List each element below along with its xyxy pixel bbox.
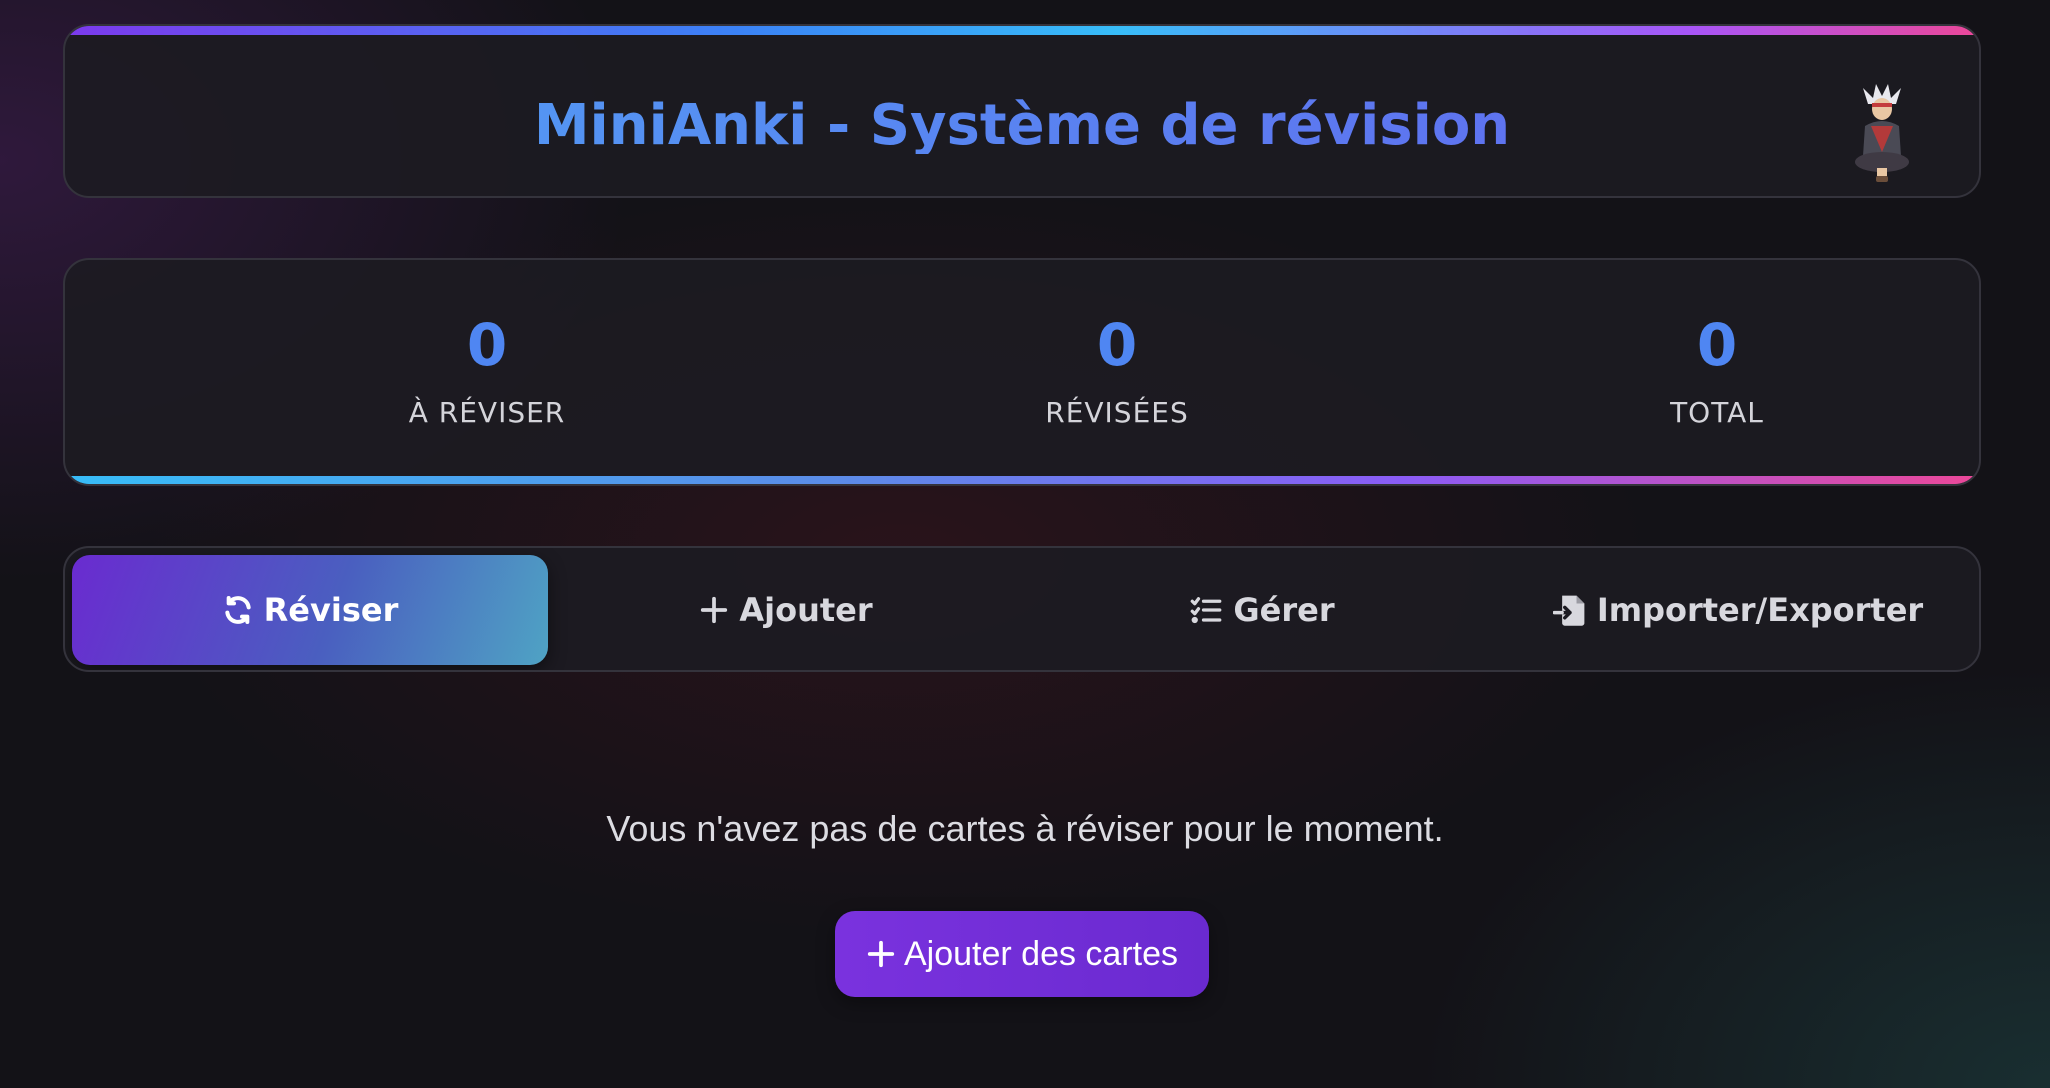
stat-total-label: TOTAL bbox=[1670, 396, 1764, 429]
refresh-icon bbox=[222, 594, 254, 626]
tab-manage[interactable]: Gérer bbox=[1024, 555, 1500, 665]
add-cards-button-label: Ajouter des cartes bbox=[903, 934, 1179, 973]
tab-import-export-label: Importer/Exporter bbox=[1596, 591, 1924, 629]
add-cards-button[interactable]: Ajouter des cartes bbox=[835, 911, 1209, 997]
stat-reviewed-label: RÉVISÉES bbox=[1045, 396, 1189, 429]
file-import-icon bbox=[1552, 593, 1587, 627]
plus-icon bbox=[699, 595, 729, 625]
checklist-icon bbox=[1189, 595, 1223, 625]
header-panel: MiniAnki - Système de révision bbox=[63, 24, 1981, 198]
empty-state-message: Vous n'avez pas de cartes à réviser pour… bbox=[606, 808, 1444, 849]
header-gradient-bar bbox=[65, 26, 1979, 35]
meditating-character-icon bbox=[1855, 84, 1909, 182]
stat-total: 0 TOTAL bbox=[1517, 316, 1917, 429]
tab-add[interactable]: Ajouter bbox=[548, 555, 1024, 665]
stats-panel: 0 À RÉVISER 0 RÉVISÉES 0 TOTAL bbox=[63, 258, 1981, 486]
stat-to-review-value: 0 bbox=[466, 311, 508, 379]
page-title: MiniAnki - Système de révision bbox=[65, 98, 1979, 154]
tab-review[interactable]: Réviser bbox=[72, 555, 548, 665]
stats-gradient-bar bbox=[65, 476, 1979, 484]
plus-icon bbox=[866, 939, 896, 969]
stat-total-value: 0 bbox=[1696, 311, 1738, 379]
tab-review-label: Réviser bbox=[263, 591, 399, 629]
stat-to-review: 0 À RÉVISER bbox=[287, 316, 687, 429]
tab-import-export[interactable]: Importer/Exporter bbox=[1500, 555, 1976, 665]
tab-manage-label: Gérer bbox=[1233, 591, 1335, 629]
stat-reviewed-value: 0 bbox=[1096, 311, 1138, 379]
stat-to-review-label: À RÉVISER bbox=[408, 396, 566, 429]
avatar bbox=[1851, 82, 1913, 186]
tab-bar: Réviser Ajouter Gérer Importer/Exporter bbox=[63, 546, 1981, 672]
tab-add-label: Ajouter bbox=[739, 591, 873, 629]
stat-reviewed: 0 RÉVISÉES bbox=[917, 316, 1317, 429]
